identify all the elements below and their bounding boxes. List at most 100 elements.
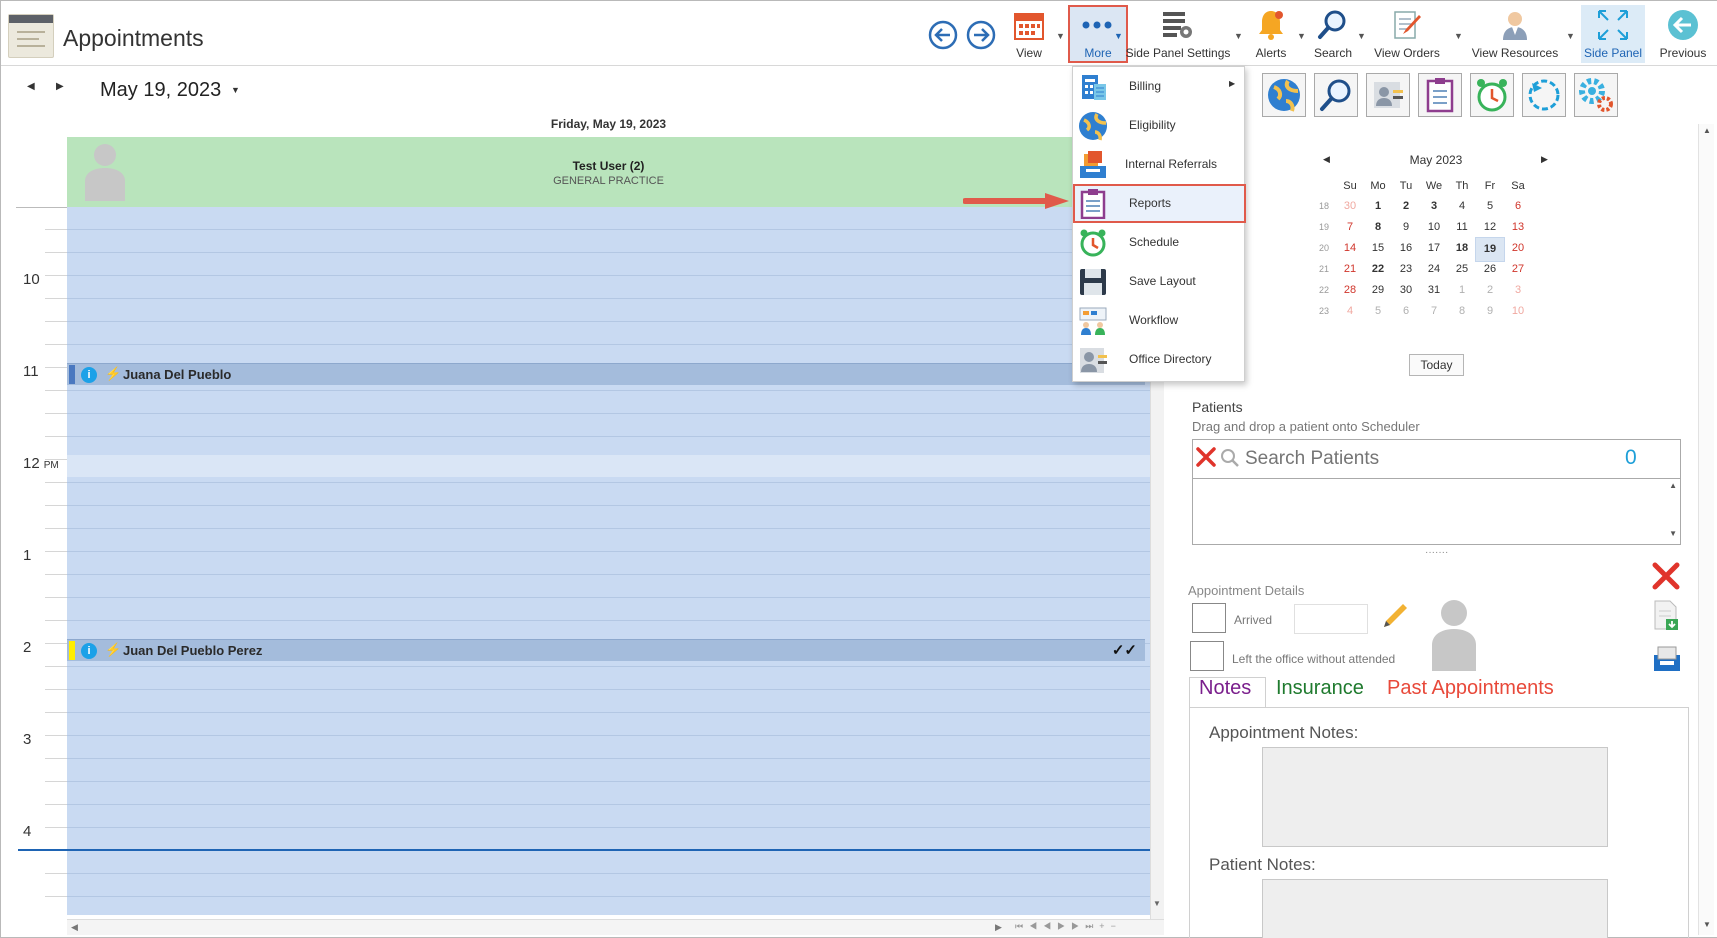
previous-button[interactable]: Previous bbox=[1652, 5, 1714, 63]
panel-scroll-down-icon[interactable]: ▼ bbox=[1703, 920, 1711, 929]
calendar-day[interactable]: 25 bbox=[1447, 258, 1477, 281]
list-scroll-down-icon[interactable]: ▼ bbox=[1669, 529, 1677, 538]
appointment-block[interactable]: i ⚡ Juan Del Pueblo Perez ✓✓ bbox=[67, 639, 1145, 661]
calendar-day[interactable]: 21 bbox=[1335, 258, 1365, 281]
calendar-day[interactable]: 29 bbox=[1363, 279, 1393, 302]
calendar-day[interactable]: 7 bbox=[1419, 300, 1449, 323]
calendar-day[interactable]: 6 bbox=[1391, 300, 1421, 323]
calendar-day[interactable]: 11 bbox=[1447, 216, 1477, 239]
calendar-day[interactable]: 5 bbox=[1475, 195, 1505, 218]
resize-grip-icon[interactable]: ······· bbox=[1425, 547, 1448, 558]
calendar-day[interactable]: 5 bbox=[1363, 300, 1393, 323]
schedule-grid[interactable] bbox=[67, 207, 1150, 915]
today-button[interactable]: Today bbox=[1409, 354, 1464, 376]
scheduler-horizontal-scrollbar[interactable]: ◀ ▶ ⏮◀◀▶▶⏭+− bbox=[67, 919, 1164, 935]
next-day-arrow-icon[interactable]: ▶ bbox=[56, 81, 64, 92]
alerts-button[interactable]: Alerts bbox=[1251, 5, 1291, 63]
calendar-day[interactable]: 28 bbox=[1335, 279, 1365, 302]
info-icon[interactable]: i bbox=[81, 643, 97, 659]
calendar-day[interactable]: 1 bbox=[1447, 279, 1477, 302]
calendar-day[interactable]: 24 bbox=[1419, 258, 1449, 281]
calendar-day[interactable]: 3 bbox=[1503, 279, 1533, 302]
calendar-day[interactable]: 22 bbox=[1363, 258, 1393, 281]
view-resources-button[interactable]: View Resources bbox=[1471, 5, 1559, 63]
search-caret[interactable]: ▼ bbox=[1357, 31, 1366, 41]
search-shortcut-button[interactable] bbox=[1314, 73, 1358, 117]
calendar-month-title[interactable]: May 2023 bbox=[1313, 151, 1559, 169]
scroll-left-arrow-icon[interactable]: ◀ bbox=[71, 922, 78, 933]
panel-scroll-up-icon[interactable]: ▲ bbox=[1703, 126, 1711, 135]
refresh-shortcut-button[interactable] bbox=[1522, 73, 1566, 117]
calendar-day[interactable]: 2 bbox=[1391, 195, 1421, 218]
calendar-day[interactable]: 3 bbox=[1419, 195, 1449, 218]
calendar-day[interactable]: 31 bbox=[1419, 279, 1449, 302]
calendar-day[interactable]: 13 bbox=[1503, 216, 1533, 239]
calendar-day[interactable]: 27 bbox=[1503, 258, 1533, 281]
tab-past-appointments[interactable]: Past Appointments bbox=[1387, 677, 1554, 700]
calendar-day[interactable]: 9 bbox=[1391, 216, 1421, 239]
calendar-day[interactable]: 7 bbox=[1335, 216, 1365, 239]
calendar-day[interactable]: 10 bbox=[1503, 300, 1533, 323]
prev-day-arrow-icon[interactable]: ◀ bbox=[27, 81, 35, 92]
back-arrow-icon[interactable] bbox=[928, 20, 958, 55]
calendar-day[interactable]: 8 bbox=[1363, 216, 1393, 239]
menu-item-reports[interactable]: Reports bbox=[1073, 184, 1246, 223]
clear-x-icon[interactable] bbox=[1195, 446, 1217, 473]
appointment-notes-field[interactable] bbox=[1262, 747, 1608, 847]
calendar-day[interactable]: 6 bbox=[1503, 195, 1533, 218]
view-button[interactable]: View bbox=[1009, 5, 1049, 63]
scroll-down-arrow-icon[interactable]: ▼ bbox=[1153, 899, 1161, 908]
calendar-day[interactable]: 18 bbox=[1447, 237, 1477, 260]
calendar-day[interactable]: 8 bbox=[1447, 300, 1477, 323]
tab-insurance[interactable]: Insurance bbox=[1276, 677, 1364, 700]
menu-item-workflow[interactable]: Workflow bbox=[1073, 301, 1246, 340]
view-resources-caret[interactable]: ▼ bbox=[1566, 31, 1575, 41]
archive-tray-icon[interactable] bbox=[1652, 645, 1682, 678]
side-panel-scrollbar[interactable]: ▲ ▼ bbox=[1698, 124, 1714, 935]
calendar-day[interactable]: 4 bbox=[1447, 195, 1477, 218]
edit-pencil-icon[interactable] bbox=[1379, 601, 1409, 636]
forward-arrow-icon[interactable] bbox=[966, 20, 996, 55]
calendar-day[interactable]: 16 bbox=[1391, 237, 1421, 260]
calendar-day[interactable]: 30 bbox=[1391, 279, 1421, 302]
side-panel-settings-caret[interactable]: ▼ bbox=[1234, 31, 1243, 41]
arrived-time-field[interactable] bbox=[1294, 604, 1368, 634]
calendar-day[interactable]: 26 bbox=[1475, 258, 1505, 281]
patient-notes-field[interactable] bbox=[1262, 879, 1608, 938]
calendar-day[interactable]: 4 bbox=[1335, 300, 1365, 323]
calendar-day[interactable]: 17 bbox=[1419, 237, 1449, 260]
delete-x-icon[interactable] bbox=[1651, 561, 1681, 596]
list-scroll-up-icon[interactable]: ▲ bbox=[1669, 481, 1677, 490]
eligibility-shortcut-button[interactable] bbox=[1262, 73, 1306, 117]
calendar-day[interactable]: 20 bbox=[1503, 237, 1533, 260]
alerts-caret[interactable]: ▼ bbox=[1297, 31, 1306, 41]
view-orders-caret[interactable]: ▼ bbox=[1454, 31, 1463, 41]
patient-results-list[interactable]: ▲ ▼ bbox=[1192, 479, 1681, 545]
menu-item-eligibility[interactable]: Eligibility bbox=[1073, 106, 1246, 145]
calendar-day[interactable]: 9 bbox=[1475, 300, 1505, 323]
calendar-day[interactable]: 14 bbox=[1335, 237, 1365, 260]
calendar-day[interactable]: 12 bbox=[1475, 216, 1505, 239]
menu-item-schedule[interactable]: Schedule bbox=[1073, 223, 1246, 262]
calendar-day[interactable]: 23 bbox=[1391, 258, 1421, 281]
left-without-attended-checkbox[interactable] bbox=[1190, 641, 1224, 671]
menu-item-billing[interactable]: Billing ▶ bbox=[1073, 67, 1246, 106]
settings-shortcut-button[interactable] bbox=[1574, 73, 1618, 117]
view-orders-button[interactable]: View Orders bbox=[1371, 5, 1443, 63]
date-title[interactable]: May 19, 2023 bbox=[100, 79, 221, 102]
calendar-day[interactable]: 30 bbox=[1335, 195, 1365, 218]
date-dropdown-caret[interactable]: ▼ bbox=[231, 85, 240, 95]
more-dropdown-caret[interactable]: ▼ bbox=[1114, 31, 1123, 41]
side-panel-settings-button[interactable]: Side Panel Settings bbox=[1125, 5, 1231, 63]
menu-item-internal-referrals[interactable]: Internal Referrals bbox=[1073, 145, 1246, 184]
arrived-checkbox[interactable] bbox=[1192, 603, 1226, 633]
pager-controls-icon[interactable]: ⏮◀◀▶▶⏭+− bbox=[1015, 921, 1122, 932]
calendar-day[interactable]: 15 bbox=[1363, 237, 1393, 260]
view-dropdown-caret[interactable]: ▼ bbox=[1056, 31, 1065, 41]
scroll-right-arrow-icon[interactable]: ▶ bbox=[995, 922, 1002, 933]
noon-slot[interactable] bbox=[67, 455, 1150, 477]
info-icon[interactable]: i bbox=[81, 367, 97, 383]
search-patients-input[interactable] bbox=[1245, 446, 1585, 472]
calendar-day[interactable]: 2 bbox=[1475, 279, 1505, 302]
appointment-block[interactable]: i ⚡ Juana Del Pueblo bbox=[67, 363, 1145, 385]
